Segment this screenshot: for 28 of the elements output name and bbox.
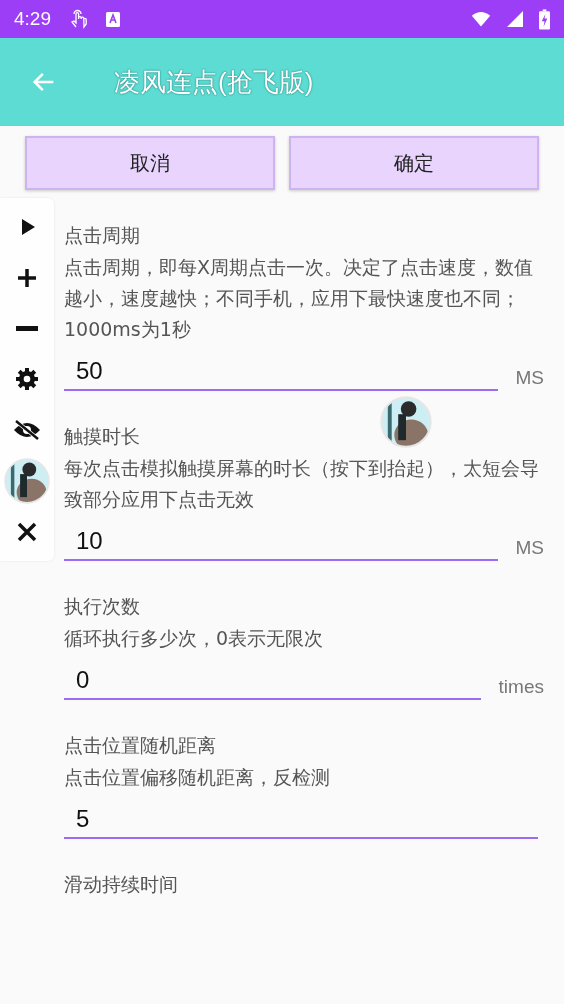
clock-text: 4:29 [14,8,51,30]
app-title: 凌风连点(抢飞版) [114,65,314,99]
input-field[interactable]: 5 [64,801,538,839]
unit-label: MS [515,537,544,560]
setting-label: 点击周期 [64,223,140,248]
signal-icon [505,9,525,29]
input-field[interactable]: 0 [64,662,481,700]
wifi-icon [471,9,491,29]
setting-description: 点击周期，即每X周期点击一次。决定了点击速度，数值越小，速度越快；不同手机，应用下最快速度也不同；1000ms为1秒 [64,255,535,342]
confirm-button[interactable]: 确定 [289,136,539,190]
touch-hand-icon [69,9,89,29]
cancel-button[interactable]: 取消 [25,136,275,190]
eye-off-icon[interactable] [12,419,42,442]
input-field[interactable]: 10 [64,523,498,561]
setting-label: 触摸时长 [64,424,140,449]
input-field[interactable]: 50 [64,353,498,391]
setting-label: 滑动持续时间 [64,872,178,897]
battery-icon [539,8,550,30]
setting-description: 点击位置偏移随机距离，反检测 [64,765,331,790]
setting-description: 每次点击模拟触摸屏幕的时长（按下到抬起），太短会导致部分应用下点击无效 [64,456,540,512]
minus-icon[interactable] [15,325,39,332]
settings-icon[interactable] [15,367,39,392]
keyboard-icon [103,9,123,29]
unit-label: MS [515,367,544,390]
setting-label: 点击位置随机距离 [64,733,216,758]
setting-description: 循环执行多少次，0表示无限次 [64,626,325,651]
unit-label: times [498,676,544,699]
setting-label: 执行次数 [64,594,140,619]
